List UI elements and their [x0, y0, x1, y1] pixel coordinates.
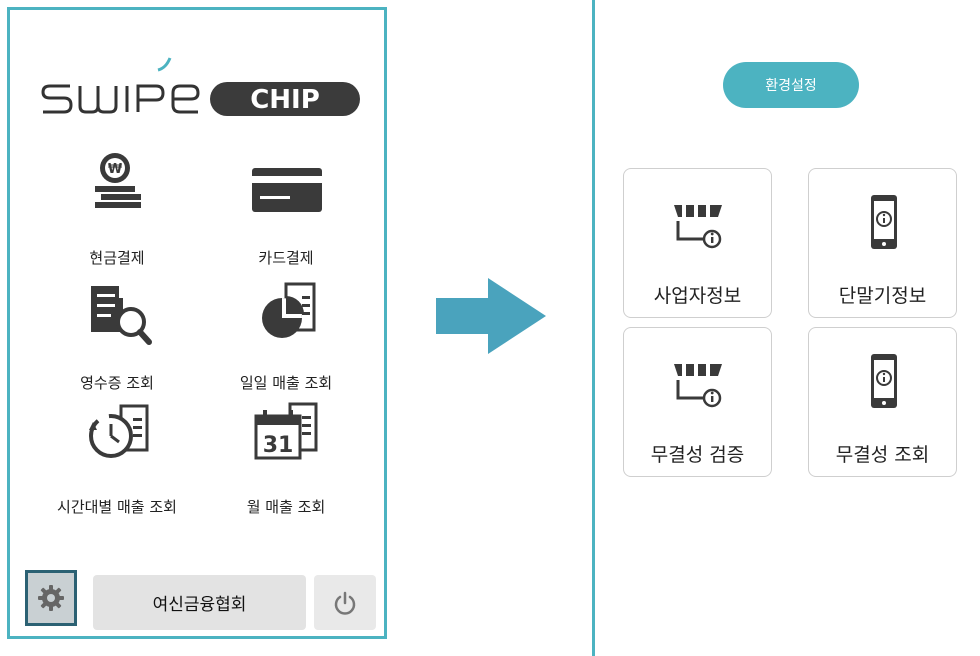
integrity-inquiry-card[interactable]: 무결성 조회: [808, 327, 957, 477]
swipe-chip-logo: CHIP: [41, 57, 360, 116]
menu-label: 영수증 조회: [80, 374, 154, 392]
phone-info-icon: [871, 354, 897, 408]
logo-chip-text: CHIP: [250, 85, 320, 115]
menu-hourly-sales[interactable]: 시간대별 매출 조회: [37, 400, 197, 520]
business-info-card[interactable]: 사업자정보: [623, 168, 772, 318]
cash-coin-icon: ₩: [95, 153, 141, 208]
environment-settings-button[interactable]: 환경설정: [723, 62, 859, 108]
settings-button[interactable]: [25, 570, 77, 626]
settings-screen: 환경설정 사업자정보 단말기정보 무결성 검증 무결성 조회: [592, 0, 980, 656]
credit-card-icon: [252, 168, 322, 212]
menu-cash-payment[interactable]: ₩ 현금결제: [37, 150, 197, 270]
menu-monthly-sales[interactable]: 31 월 매출 조회: [206, 400, 366, 520]
menu-label: 월 매출 조회: [246, 498, 326, 516]
store-info-icon: [674, 205, 722, 249]
association-button[interactable]: 여신금융협회: [93, 575, 306, 630]
pie-chart-document-icon: [262, 282, 316, 338]
clock-document-icon: [89, 404, 149, 458]
gear-icon: [38, 585, 64, 611]
receipt-search-icon: [91, 286, 152, 345]
integrity-verify-card[interactable]: 무결성 검증: [623, 327, 772, 477]
menu-label: 현금결제: [89, 249, 145, 267]
card-label: 무결성 검증: [650, 444, 745, 466]
environment-settings-label: 환경설정: [765, 78, 817, 94]
card-label: 단말기정보: [838, 285, 927, 307]
power-button[interactable]: [314, 575, 376, 630]
calendar-day-number: 31: [263, 433, 294, 458]
store-info-icon: [674, 364, 722, 408]
card-label: 무결성 조회: [835, 444, 930, 466]
right-arrow-icon: [436, 278, 546, 354]
power-icon: [334, 591, 356, 615]
menu-label: 일일 매출 조회: [239, 374, 333, 392]
main-menu-screen: CHIP ₩ 현금결제 카드결제 영수증 조회 일일 매출 조회 시간대별 매출…: [7, 7, 387, 639]
menu-card-payment[interactable]: 카드결제: [206, 150, 366, 270]
phone-info-icon: [871, 195, 897, 249]
menu-label: 카드결제: [258, 249, 314, 267]
calendar-document-icon: 31: [254, 402, 318, 460]
menu-daily-sales[interactable]: 일일 매출 조회: [206, 278, 366, 398]
association-label: 여신금융협회: [152, 595, 247, 615]
menu-label: 시간대별 매출 조회: [57, 498, 177, 516]
terminal-info-card[interactable]: 단말기정보: [808, 168, 957, 318]
menu-receipt-inquiry[interactable]: 영수증 조회: [37, 278, 197, 398]
svg-text:₩: ₩: [108, 162, 123, 177]
card-label: 사업자정보: [653, 285, 742, 307]
